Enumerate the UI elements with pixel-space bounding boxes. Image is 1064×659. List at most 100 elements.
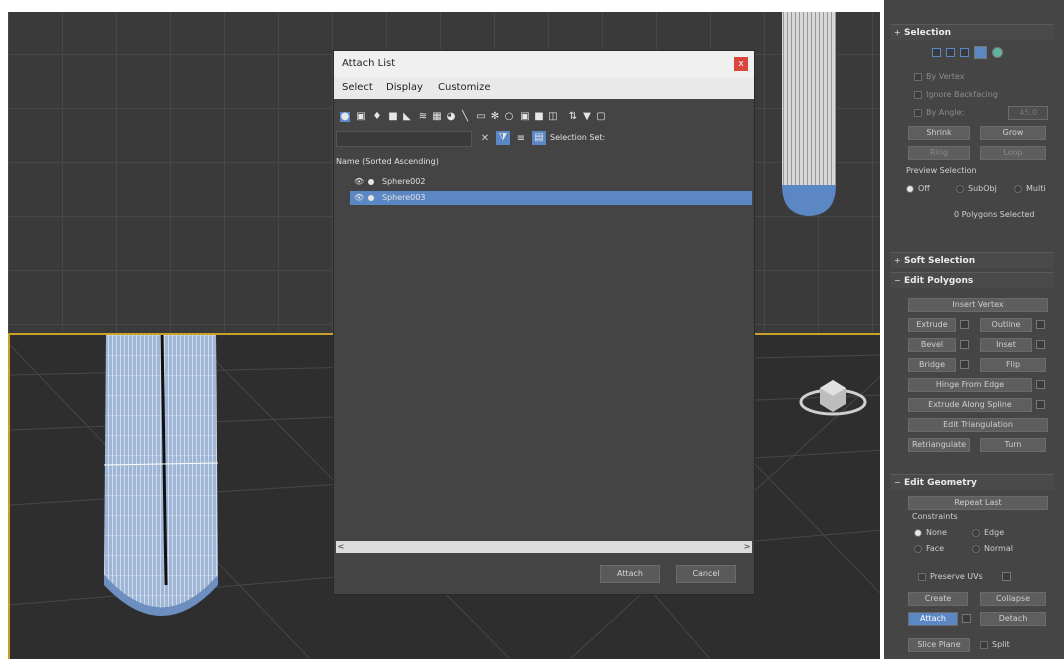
cylinder-mesh-top[interactable] <box>779 0 839 220</box>
attach-button[interactable]: Attach <box>600 565 660 583</box>
filter-toggle-icon[interactable]: ⧩ <box>496 131 510 145</box>
filter-geometry-icon[interactable]: ● <box>340 112 350 122</box>
select-none-icon[interactable]: ■ <box>534 112 544 122</box>
list-item-label: Sphere002 <box>382 177 426 186</box>
filter-xrefs-icon[interactable]: ◕ <box>446 112 456 122</box>
by-angle-check[interactable]: By Angle: <box>914 108 964 117</box>
inset-settings-icon[interactable] <box>1036 340 1045 349</box>
menu-display[interactable]: Display <box>386 77 423 99</box>
filter-lights-icon[interactable]: ♦ <box>372 112 382 122</box>
split-check[interactable]: Split <box>980 640 1010 649</box>
object-list[interactable] <box>334 169 754 541</box>
detach-button[interactable]: Detach <box>980 612 1046 626</box>
list-item[interactable]: 👁 Sphere002 <box>350 175 752 189</box>
bridge-button[interactable]: Bridge <box>908 358 956 372</box>
preview-off-radio[interactable]: Off <box>906 184 930 193</box>
filter-helpers-icon[interactable]: ◣ <box>402 112 412 122</box>
scroll-left-button[interactable]: < <box>336 541 346 553</box>
border-mode-icon[interactable] <box>960 48 969 57</box>
filter-cameras-icon[interactable]: ■ <box>388 112 398 122</box>
dialog-titlebar[interactable]: Attach List x <box>334 51 754 77</box>
geometry-icon <box>368 179 374 185</box>
selection-status: 0 Polygons Selected <box>954 210 1035 219</box>
select-all-icon[interactable]: ▣ <box>520 112 530 122</box>
vertex-mode-icon[interactable] <box>932 48 941 57</box>
selection-set-icon[interactable]: ▤ <box>532 131 546 145</box>
horizontal-scrollbar[interactable]: < > <box>336 541 752 553</box>
hinge-settings-icon[interactable] <box>1036 380 1045 389</box>
constraint-face-radio[interactable]: Face <box>914 544 944 553</box>
insert-vertex-button[interactable]: Insert Vertex <box>908 298 1048 312</box>
edit-triangulation-button[interactable]: Edit Triangulation <box>908 418 1048 432</box>
angle-spinner[interactable]: 45.0 <box>1008 106 1048 120</box>
layers-icon[interactable]: ≡ <box>516 134 526 144</box>
hinge-from-edge-button[interactable]: Hinge From Edge <box>908 378 1032 392</box>
slice-plane-button[interactable]: Slice Plane <box>908 638 970 652</box>
collapse-button[interactable]: Collapse <box>980 592 1046 606</box>
attach-list-dialog[interactable]: Attach List x Select Display Customize ●… <box>333 50 755 595</box>
by-vertex-check[interactable]: By Vertex <box>914 72 964 81</box>
menu-select[interactable]: Select <box>342 77 373 99</box>
grow-button[interactable]: Grow <box>980 126 1046 140</box>
attach-panel-button[interactable]: Attach <box>908 612 958 626</box>
constraint-edge-radio[interactable]: Edge <box>972 528 1004 537</box>
rollout-edit-geometry[interactable]: − Edit Geometry <box>890 474 1054 490</box>
outline-settings-icon[interactable] <box>1036 320 1045 329</box>
filter-shapes-icon[interactable]: ▣ <box>356 112 366 122</box>
filter-groups-icon[interactable]: ▦ <box>432 112 442 122</box>
shrink-button[interactable]: Shrink <box>908 126 970 140</box>
extrude-spline-settings-icon[interactable] <box>1036 400 1045 409</box>
bridge-settings-icon[interactable] <box>960 360 969 369</box>
viewcube-icon[interactable] <box>798 366 868 426</box>
filter-hidden-icon[interactable]: ○ <box>504 112 514 122</box>
edge-mode-icon[interactable] <box>946 48 955 57</box>
element-mode-icon[interactable] <box>992 47 1003 58</box>
filter-containers-icon[interactable]: ▭ <box>476 112 486 122</box>
flip-button[interactable]: Flip <box>980 358 1046 372</box>
close-button[interactable]: x <box>734 57 748 71</box>
window-icon[interactable]: ▢ <box>596 112 606 122</box>
preserve-uvs-check[interactable]: Preserve UVs <box>918 572 983 581</box>
column-header-name[interactable]: Name (Sorted Ascending) <box>334 155 754 169</box>
extrude-along-spline-button[interactable]: Extrude Along Spline <box>908 398 1032 412</box>
preview-subobj-radio[interactable]: SubObj <box>956 184 997 193</box>
rollout-title: Soft Selection <box>904 256 976 266</box>
scroll-right-button[interactable]: > <box>742 541 752 553</box>
turn-button[interactable]: Turn <box>980 438 1046 452</box>
outline-button[interactable]: Outline <box>980 318 1032 332</box>
polygon-mode-icon[interactable] <box>974 46 987 59</box>
menu-customize[interactable]: Customize <box>438 77 491 99</box>
constraint-none-radio[interactable]: None <box>914 528 947 537</box>
clear-search-icon[interactable]: ✕ <box>480 134 490 144</box>
extrude-settings-icon[interactable] <box>960 320 969 329</box>
list-item-selected[interactable]: 👁 Sphere003 <box>350 191 752 205</box>
sort-icon[interactable]: ⇅ <box>568 112 578 122</box>
rollout-edit-polygons[interactable]: − Edit Polygons <box>890 272 1054 288</box>
ring-button[interactable]: Ring <box>908 146 970 160</box>
extrude-button[interactable]: Extrude <box>908 318 956 332</box>
filter-bones-icon[interactable]: ╲ <box>460 112 470 122</box>
constraint-normal-radio[interactable]: Normal <box>972 544 1013 553</box>
eye-icon[interactable]: 👁 <box>354 175 364 189</box>
ignore-backfacing-check[interactable]: Ignore Backfacing <box>914 90 998 99</box>
rollout-soft-selection[interactable]: + Soft Selection <box>890 252 1054 268</box>
repeat-last-button[interactable]: Repeat Last <box>908 496 1048 510</box>
retriangulate-button[interactable]: Retriangulate <box>908 438 970 452</box>
preserve-uvs-settings-icon[interactable] <box>1002 572 1011 581</box>
rollout-selection[interactable]: + Selection <box>890 24 1054 40</box>
search-input[interactable] <box>336 131 472 147</box>
bevel-settings-icon[interactable] <box>960 340 969 349</box>
preview-multi-radio[interactable]: Multi <box>1014 184 1046 193</box>
filter-icon[interactable]: ▼ <box>582 112 592 122</box>
select-invert-icon[interactable]: ◫ <box>548 112 558 122</box>
filter-spacewarps-icon[interactable]: ≋ <box>418 112 428 122</box>
create-button[interactable]: Create <box>908 592 968 606</box>
eye-icon[interactable]: 👁 <box>354 191 364 205</box>
cancel-button[interactable]: Cancel <box>676 565 736 583</box>
loop-button[interactable]: Loop <box>980 146 1046 160</box>
filter-frozen-icon[interactable]: ✻ <box>490 112 500 122</box>
inset-button[interactable]: Inset <box>980 338 1032 352</box>
cylinder-mesh-left[interactable] <box>100 334 222 635</box>
bevel-button[interactable]: Bevel <box>908 338 956 352</box>
attach-list-settings-icon[interactable] <box>962 614 971 623</box>
